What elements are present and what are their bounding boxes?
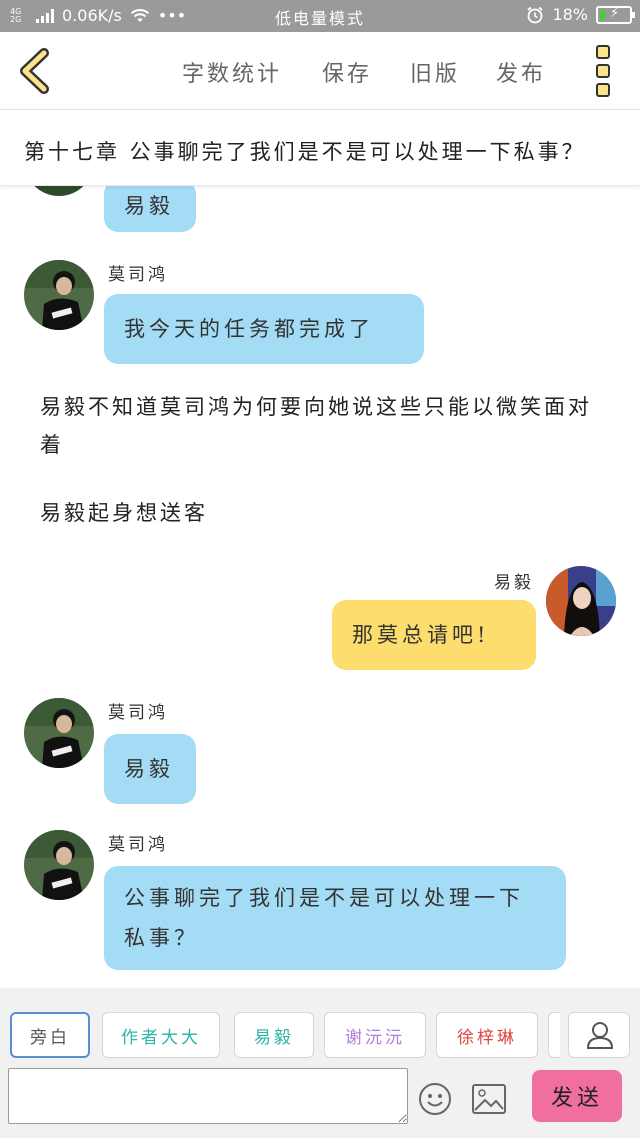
message-input[interactable] (8, 1068, 408, 1124)
chapter-title: 第十七章 公事聊完了我们是不是可以处理一下私事？ (24, 140, 586, 164)
chat-bubble[interactable]: 易毅 (104, 186, 196, 232)
emoji-icon[interactable] (418, 1082, 452, 1116)
chat-bubble[interactable]: 公事聊完了我们是不是可以处理一下私事？ (104, 866, 566, 970)
role-tab-partial[interactable] (548, 1012, 560, 1058)
image-icon[interactable] (472, 1084, 506, 1114)
chat-area[interactable]: 易毅 莫司鸿 我今天的任务都完成了 易毅不知道莫司鸿为何要向她说这些只能以微笑面… (0, 186, 640, 988)
avatar-mo-sihong[interactable] (24, 698, 94, 768)
speaker-name: 莫司鸿 (108, 835, 168, 855)
speaker-name: 易毅 (494, 573, 534, 593)
editor-toolbar: 字数统计 保存 旧版 发布 (0, 32, 640, 110)
battery-percent: 18% (552, 5, 588, 24)
old-version-button[interactable]: 旧版 (410, 56, 460, 88)
more-menu-icon[interactable] (596, 45, 614, 97)
narration-text[interactable]: 易毅起身想送客 (40, 494, 610, 532)
speaker-name: 莫司鸿 (108, 265, 168, 285)
chat-bubble[interactable]: 那莫总请吧! (332, 600, 536, 670)
role-tab-narrator[interactable]: 旁白 (10, 1012, 90, 1058)
avatar-mo-sihong[interactable] (24, 186, 94, 196)
role-tab-author[interactable]: 作者大大 (102, 1012, 220, 1058)
chapter-title-bar[interactable]: 第十七章 公事聊完了我们是不是可以处理一下私事？ (0, 110, 640, 186)
back-arrow-icon[interactable] (16, 48, 52, 94)
narration-text[interactable]: 易毅不知道莫司鸿为何要向她说这些只能以微笑面对着 (40, 388, 610, 464)
role-tab-xie-yuanyuan[interactable]: 谢沅沅 (324, 1012, 426, 1058)
alarm-icon (527, 6, 544, 23)
speaker-name: 莫司鸿 (108, 703, 168, 723)
role-selector[interactable]: 旁白 作者大大 易毅 谢沅沅 徐梓琳 (0, 1012, 560, 1060)
status-bar: 4G 2G 0.06K/s ••• 低电量模式 18% ⚡ (0, 0, 640, 32)
person-icon (586, 1022, 614, 1049)
avatar-mo-sihong[interactable] (24, 830, 94, 900)
role-tab-xu-zilin[interactable]: 徐梓琳 (436, 1012, 538, 1058)
publish-button[interactable]: 发布 (496, 56, 546, 88)
chat-bubble[interactable]: 易毅 (104, 734, 196, 804)
manage-roles-button[interactable] (568, 1012, 630, 1058)
compose-area: 旁白 作者大大 易毅 谢沅沅 徐梓琳 发送 (0, 988, 640, 1138)
role-tab-yi-yi[interactable]: 易毅 (234, 1012, 314, 1058)
word-count-button[interactable]: 字数统计 (182, 56, 282, 88)
save-button[interactable]: 保存 (322, 56, 372, 88)
avatar-yi-yi[interactable] (546, 566, 616, 636)
charging-icon: ⚡ (610, 5, 620, 21)
avatar-mo-sihong[interactable] (24, 260, 94, 330)
status-right: 18% ⚡ (526, 5, 635, 24)
send-button[interactable]: 发送 (532, 1070, 622, 1122)
battery-level (600, 9, 605, 20)
battery-icon: ⚡ (596, 5, 635, 24)
chat-bubble[interactable]: 我今天的任务都完成了 (104, 294, 424, 364)
